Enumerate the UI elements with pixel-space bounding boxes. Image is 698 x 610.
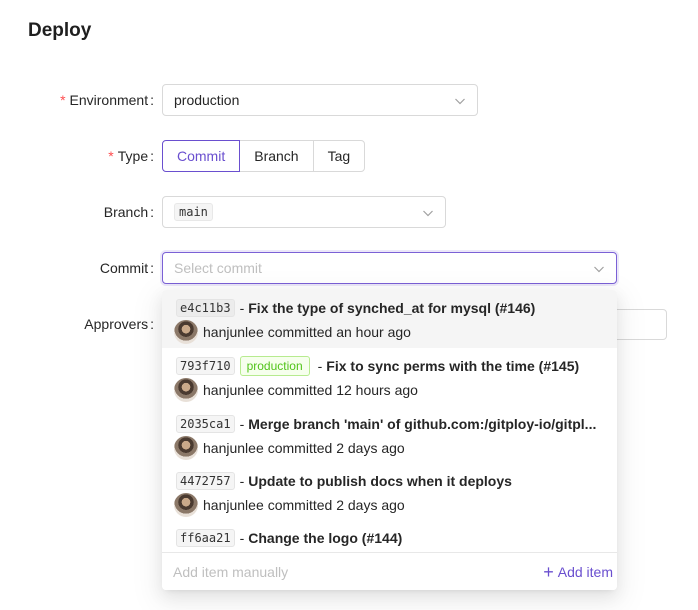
- branch-label-text: Branch: [103, 204, 149, 220]
- commit-label: Commit:: [100, 252, 154, 284]
- environment-value: production: [174, 92, 240, 108]
- required-mark: *: [60, 92, 66, 108]
- dropdown-footer: Add item manually + Add item: [162, 552, 617, 590]
- separator-dash: -: [317, 358, 323, 374]
- page-title: Deploy: [28, 20, 92, 41]
- avatar: [174, 320, 198, 344]
- chevron-down-icon: [455, 98, 465, 105]
- type-commit-button[interactable]: Commit: [162, 140, 241, 172]
- separator-dash: -: [239, 473, 245, 489]
- label-colon: :: [150, 148, 154, 164]
- commit-sha: 2035ca1: [176, 415, 235, 433]
- commit-message: Update to publish docs when it deploys: [248, 473, 512, 489]
- commit-row: Commit: Select commit: [0, 252, 698, 284]
- commit-option[interactable]: e4c11b3 - Fix the type of synched_at for…: [162, 290, 617, 348]
- commit-message: Fix the type of synched_at for mysql (#1…: [248, 300, 536, 316]
- commit-time: committed 12 hours ago: [267, 382, 418, 398]
- avatar: [174, 436, 198, 460]
- commit-dropdown: e4c11b3 - Fix the type of synched_at for…: [162, 290, 617, 590]
- commit-select[interactable]: Select commit: [162, 252, 617, 284]
- commit-sha: 793f710: [176, 357, 235, 375]
- commit-label-text: Commit: [99, 260, 149, 276]
- required-mark: *: [108, 148, 114, 164]
- environment-select[interactable]: production: [162, 84, 478, 116]
- commit-author: hanjunlee: [203, 440, 264, 456]
- commit-message: Change the logo (#144): [248, 530, 403, 546]
- commit-message: Merge branch 'main' of github.com:/gitpl…: [248, 416, 597, 432]
- separator-dash: -: [239, 416, 245, 432]
- avatar: [174, 493, 198, 517]
- commit-time: committed 2 days ago: [267, 497, 405, 513]
- type-tag-button[interactable]: Tag: [312, 140, 366, 172]
- chevron-down-icon: [594, 266, 604, 273]
- environment-tag: production: [239, 356, 310, 376]
- type-label-text: Type: [117, 148, 149, 164]
- commit-option[interactable]: 793f710 production - Fix to sync perms w…: [162, 348, 617, 406]
- commit-author: hanjunlee: [203, 497, 264, 513]
- commit-message: Fix to sync perms with the time (#145): [326, 358, 580, 374]
- separator-dash: -: [239, 530, 245, 546]
- add-item-button[interactable]: + Add item: [543, 561, 613, 582]
- environment-row: * Environment: production: [0, 84, 698, 116]
- type-branch-button[interactable]: Branch: [239, 140, 314, 172]
- label-colon: :: [150, 204, 154, 220]
- label-colon: :: [150, 316, 154, 332]
- commit-sha: 4472757: [176, 472, 235, 490]
- commit-option[interactable]: 4472757 - Update to publish docs when it…: [162, 463, 617, 521]
- plus-icon: +: [543, 561, 554, 582]
- add-item-label: Add item: [557, 563, 613, 580]
- commit-time: committed an hour ago: [267, 324, 411, 340]
- environment-label-text: Environment: [69, 92, 149, 108]
- commit-time: committed 2 days ago: [267, 440, 405, 456]
- label-colon: :: [150, 92, 154, 108]
- separator-dash: -: [239, 300, 245, 316]
- add-item-input[interactable]: Add item manually: [173, 564, 288, 580]
- chevron-down-icon: [423, 210, 433, 217]
- branch-select[interactable]: main: [162, 196, 446, 228]
- branch-row: Branch: main: [0, 196, 698, 228]
- environment-label: * Environment:: [60, 84, 154, 116]
- approvers-label-text: Approvers: [84, 316, 149, 332]
- commit-sha: e4c11b3: [176, 299, 235, 317]
- commit-placeholder: Select commit: [174, 260, 262, 276]
- branch-value: main: [174, 203, 213, 221]
- avatar: [174, 378, 198, 402]
- commit-sha: ff6aa21: [176, 529, 235, 547]
- branch-label: Branch:: [104, 196, 154, 228]
- commit-option[interactable]: 2035ca1 - Merge branch 'main' of github.…: [162, 406, 617, 464]
- type-label: * Type:: [108, 140, 154, 172]
- approvers-label: Approvers:: [84, 308, 154, 340]
- commit-author: hanjunlee: [203, 324, 264, 340]
- commit-author: hanjunlee: [203, 382, 264, 398]
- type-radio-group: Commit Branch Tag: [162, 140, 366, 172]
- label-colon: :: [150, 260, 154, 276]
